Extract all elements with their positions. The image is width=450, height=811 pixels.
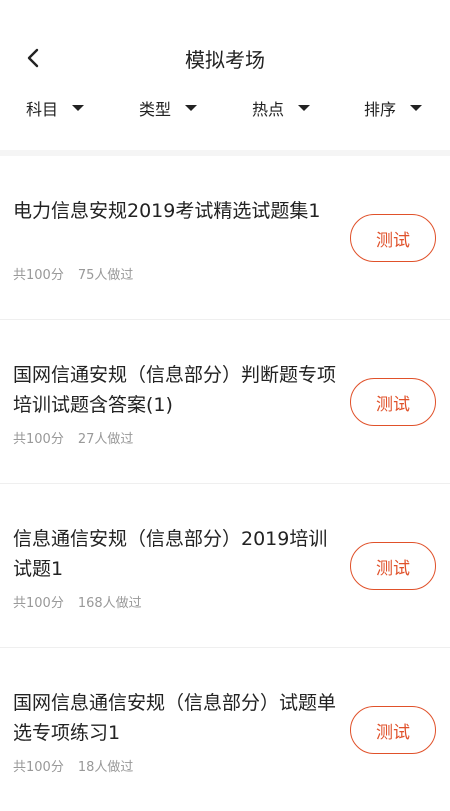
list-item[interactable]: 国网信息通信安规（信息部分）试题单选专项练习1 共100分 18人做过 测试 — [0, 648, 450, 811]
exam-title: 国网信息通信安规（信息部分）试题单选专项练习1 — [13, 692, 337, 744]
exam-meta: 共100分 18人做过 — [13, 756, 133, 775]
test-button[interactable]: 测试 — [350, 542, 436, 590]
page-title: 模拟考场 — [185, 48, 265, 72]
filter-label: 科目 — [26, 100, 59, 119]
exam-count: 27人做过 — [77, 432, 134, 447]
list-item[interactable]: 信息通信安规（信息部分）2019培训试题1 共100分 168人做过 测试 — [0, 484, 450, 648]
filter-type[interactable]: 类型 — [139, 96, 198, 120]
exam-score: 共100分 — [13, 432, 64, 447]
test-button[interactable]: 测试 — [350, 378, 436, 426]
list-item[interactable]: 电力信息安规2019考试精选试题集1 共100分 75人做过 测试 — [0, 156, 450, 320]
filter-bar: 科目 类型 热点 排序 — [0, 88, 450, 150]
exam-meta: 共100分 168人做过 — [13, 592, 142, 611]
filter-hot[interactable]: 热点 — [252, 96, 311, 120]
exam-title: 电力信息安规2019考试精选试题集1 — [13, 200, 321, 222]
exam-score: 共100分 — [13, 760, 64, 775]
exam-title: 信息通信安规（信息部分）2019培训试题1 — [13, 528, 328, 580]
caret-down-icon — [298, 105, 311, 111]
test-button[interactable]: 测试 — [350, 706, 436, 754]
caret-down-icon — [72, 105, 85, 111]
filter-sort[interactable]: 排序 — [364, 96, 423, 120]
exam-title: 国网信通安规（信息部分）判断题专项培训试题含答案(1) — [13, 364, 337, 416]
exam-count: 168人做过 — [77, 596, 142, 611]
top-bar: 模拟考场 — [0, 0, 450, 88]
exam-count: 18人做过 — [77, 760, 134, 775]
exam-score: 共100分 — [13, 268, 64, 283]
exam-score: 共100分 — [13, 596, 64, 611]
caret-down-icon — [410, 105, 423, 111]
exam-list: 电力信息安规2019考试精选试题集1 共100分 75人做过 测试 国网信通安规（… — [0, 156, 450, 811]
caret-down-icon — [185, 105, 198, 111]
filter-subject[interactable]: 科目 — [26, 96, 85, 120]
exam-count: 75人做过 — [77, 268, 134, 283]
filter-label: 类型 — [139, 100, 172, 119]
test-button[interactable]: 测试 — [350, 214, 436, 262]
list-item[interactable]: 国网信通安规（信息部分）判断题专项培训试题含答案(1) 共100分 27人做过 测… — [0, 320, 450, 484]
filter-label: 排序 — [364, 100, 397, 119]
exam-meta: 共100分 75人做过 — [13, 264, 133, 283]
exam-meta: 共100分 27人做过 — [13, 428, 133, 447]
filter-label: 热点 — [252, 100, 285, 119]
